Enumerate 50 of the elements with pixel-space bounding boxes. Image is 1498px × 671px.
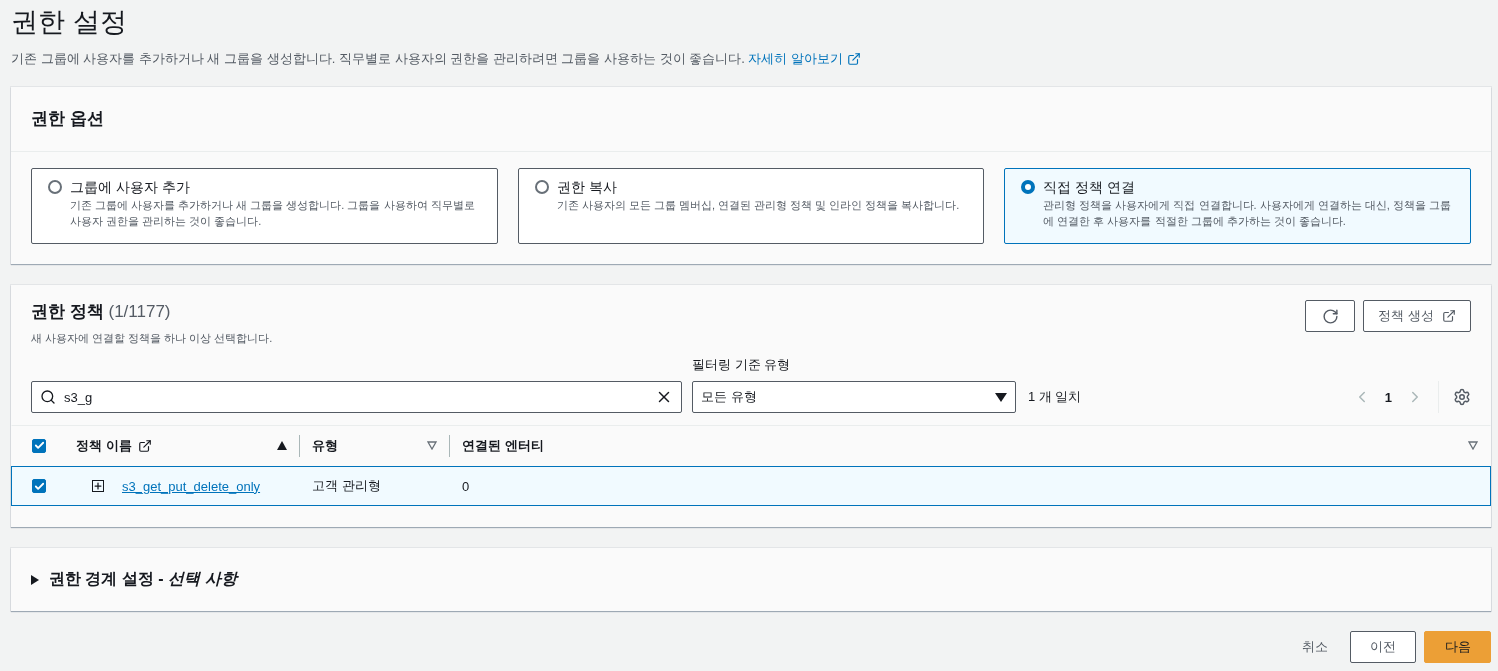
option-description: 관리형 정책을 사용자에게 직접 연결합니다. 사용자에게 연결하는 대신, 정책을 그룹에 연결한 후 사용자를 적절한 그룹에 추가하는 것이 좋습니다. (1043, 198, 1452, 229)
filter-label: 필터링 기준 유형 (692, 356, 792, 374)
page-number[interactable]: 1 (1384, 389, 1392, 405)
sort-icon[interactable] (427, 441, 437, 450)
page-title: 권한 설정 (11, 6, 128, 39)
refresh-button[interactable] (1305, 300, 1356, 332)
external-link-icon (137, 438, 152, 453)
previous-button[interactable]: 이전 (1350, 631, 1416, 663)
radio-button[interactable] (534, 180, 549, 194)
learn-more-link[interactable]: 자세히 알아보기 (748, 50, 862, 68)
table-row[interactable]: s3_get_put_delete_only 고객 관리형 0 (11, 466, 1491, 506)
column-header[interactable]: 유형 (312, 436, 338, 455)
table-cell-text: 고객 관리형 (311, 477, 382, 495)
caret-right-icon[interactable] (31, 574, 39, 585)
create-policy-button[interactable]: 정책 생성 (1363, 300, 1471, 332)
radio-button[interactable] (1021, 180, 1036, 194)
search-field[interactable]: s3_g (31, 381, 682, 413)
option-description: 기존 사용자의 모든 그룹 멤버십, 연결된 관리형 정책 및 인라인 정책을 복사합니다. (556, 198, 960, 213)
section-title[interactable]: 권한 경계 설정 - 선택 사항 (49, 569, 237, 590)
option-label: 직접 정책 연결 (1043, 178, 1137, 197)
search-icon (40, 389, 56, 405)
external-link-icon (1442, 309, 1456, 323)
match-count: 1 개 일치 (1028, 388, 1082, 406)
column-header[interactable]: 정책 이름 (76, 436, 152, 455)
sort-ascending-icon[interactable] (277, 441, 287, 450)
option-card[interactable]: 그룹에 사용자 추가 기존 그룹에 사용자를 추가하거나 새 그룹을 생성합니다. 그룹을 사용하여 직무별로 사용자 권한을 관리하는 것이 좋습니다. (31, 168, 498, 244)
expand-icon[interactable] (92, 480, 104, 492)
radio-button[interactable] (48, 180, 62, 194)
sort-icon[interactable] (1468, 441, 1478, 450)
table-cell-text: 0 (461, 478, 471, 494)
policy-link[interactable]: s3_get_put_delete_only (122, 478, 261, 494)
option-card[interactable]: 권한 복사 기존 사용자의 모든 그룹 멤버십, 연결된 관리형 정책 및 인라인 정책을 복사합니다. (517, 168, 985, 244)
row-checkbox[interactable] (32, 479, 46, 493)
option-card[interactable]: 직접 정책 연결 관리형 정책을 사용자에게 직접 연결합니다. 사용자에게 연결하는 대신, 정책을 그룹에 연결한 후 사용자를 적절한 그룹에 추가하는 것이 좋습니다. (1004, 168, 1471, 244)
page-description: 기존 그룹에 사용자를 추가하거나 새 그룹을 생성합니다. 직무별로 사용자의 권한을 관리하려면 그룹을 사용하는 것이 좋습니다. 자세히 알아보기 (11, 50, 1491, 68)
option-label: 그룹에 사용자 추가 (70, 178, 191, 197)
refresh-icon (1321, 307, 1339, 325)
type-dropdown[interactable]: 모든 유형 (692, 381, 1016, 413)
caret-icon (995, 392, 1007, 402)
panel-description: 새 사용자에 연결할 정책을 하나 이상 선택합니다. (31, 331, 273, 346)
column-header[interactable]: 연결된 엔터티 (462, 436, 544, 455)
select-all-checkbox[interactable] (32, 438, 46, 453)
option-description: 기존 그룹에 사용자를 추가하거나 새 그룹을 생성합니다. 그룹을 사용하여 직무별로 사용자 권한을 관리하는 것이 좋습니다. (70, 198, 476, 229)
panel-title: 권한 정책 (1/1177) (31, 301, 172, 323)
option-label: 권한 복사 (556, 178, 618, 197)
settings-icon[interactable] (1453, 388, 1471, 406)
cancel-button[interactable]: 취소 (1288, 631, 1342, 663)
external-link-icon (847, 52, 862, 66)
next-button[interactable]: 다음 (1424, 631, 1491, 663)
panel-title: 권한 옵션 (31, 108, 105, 130)
